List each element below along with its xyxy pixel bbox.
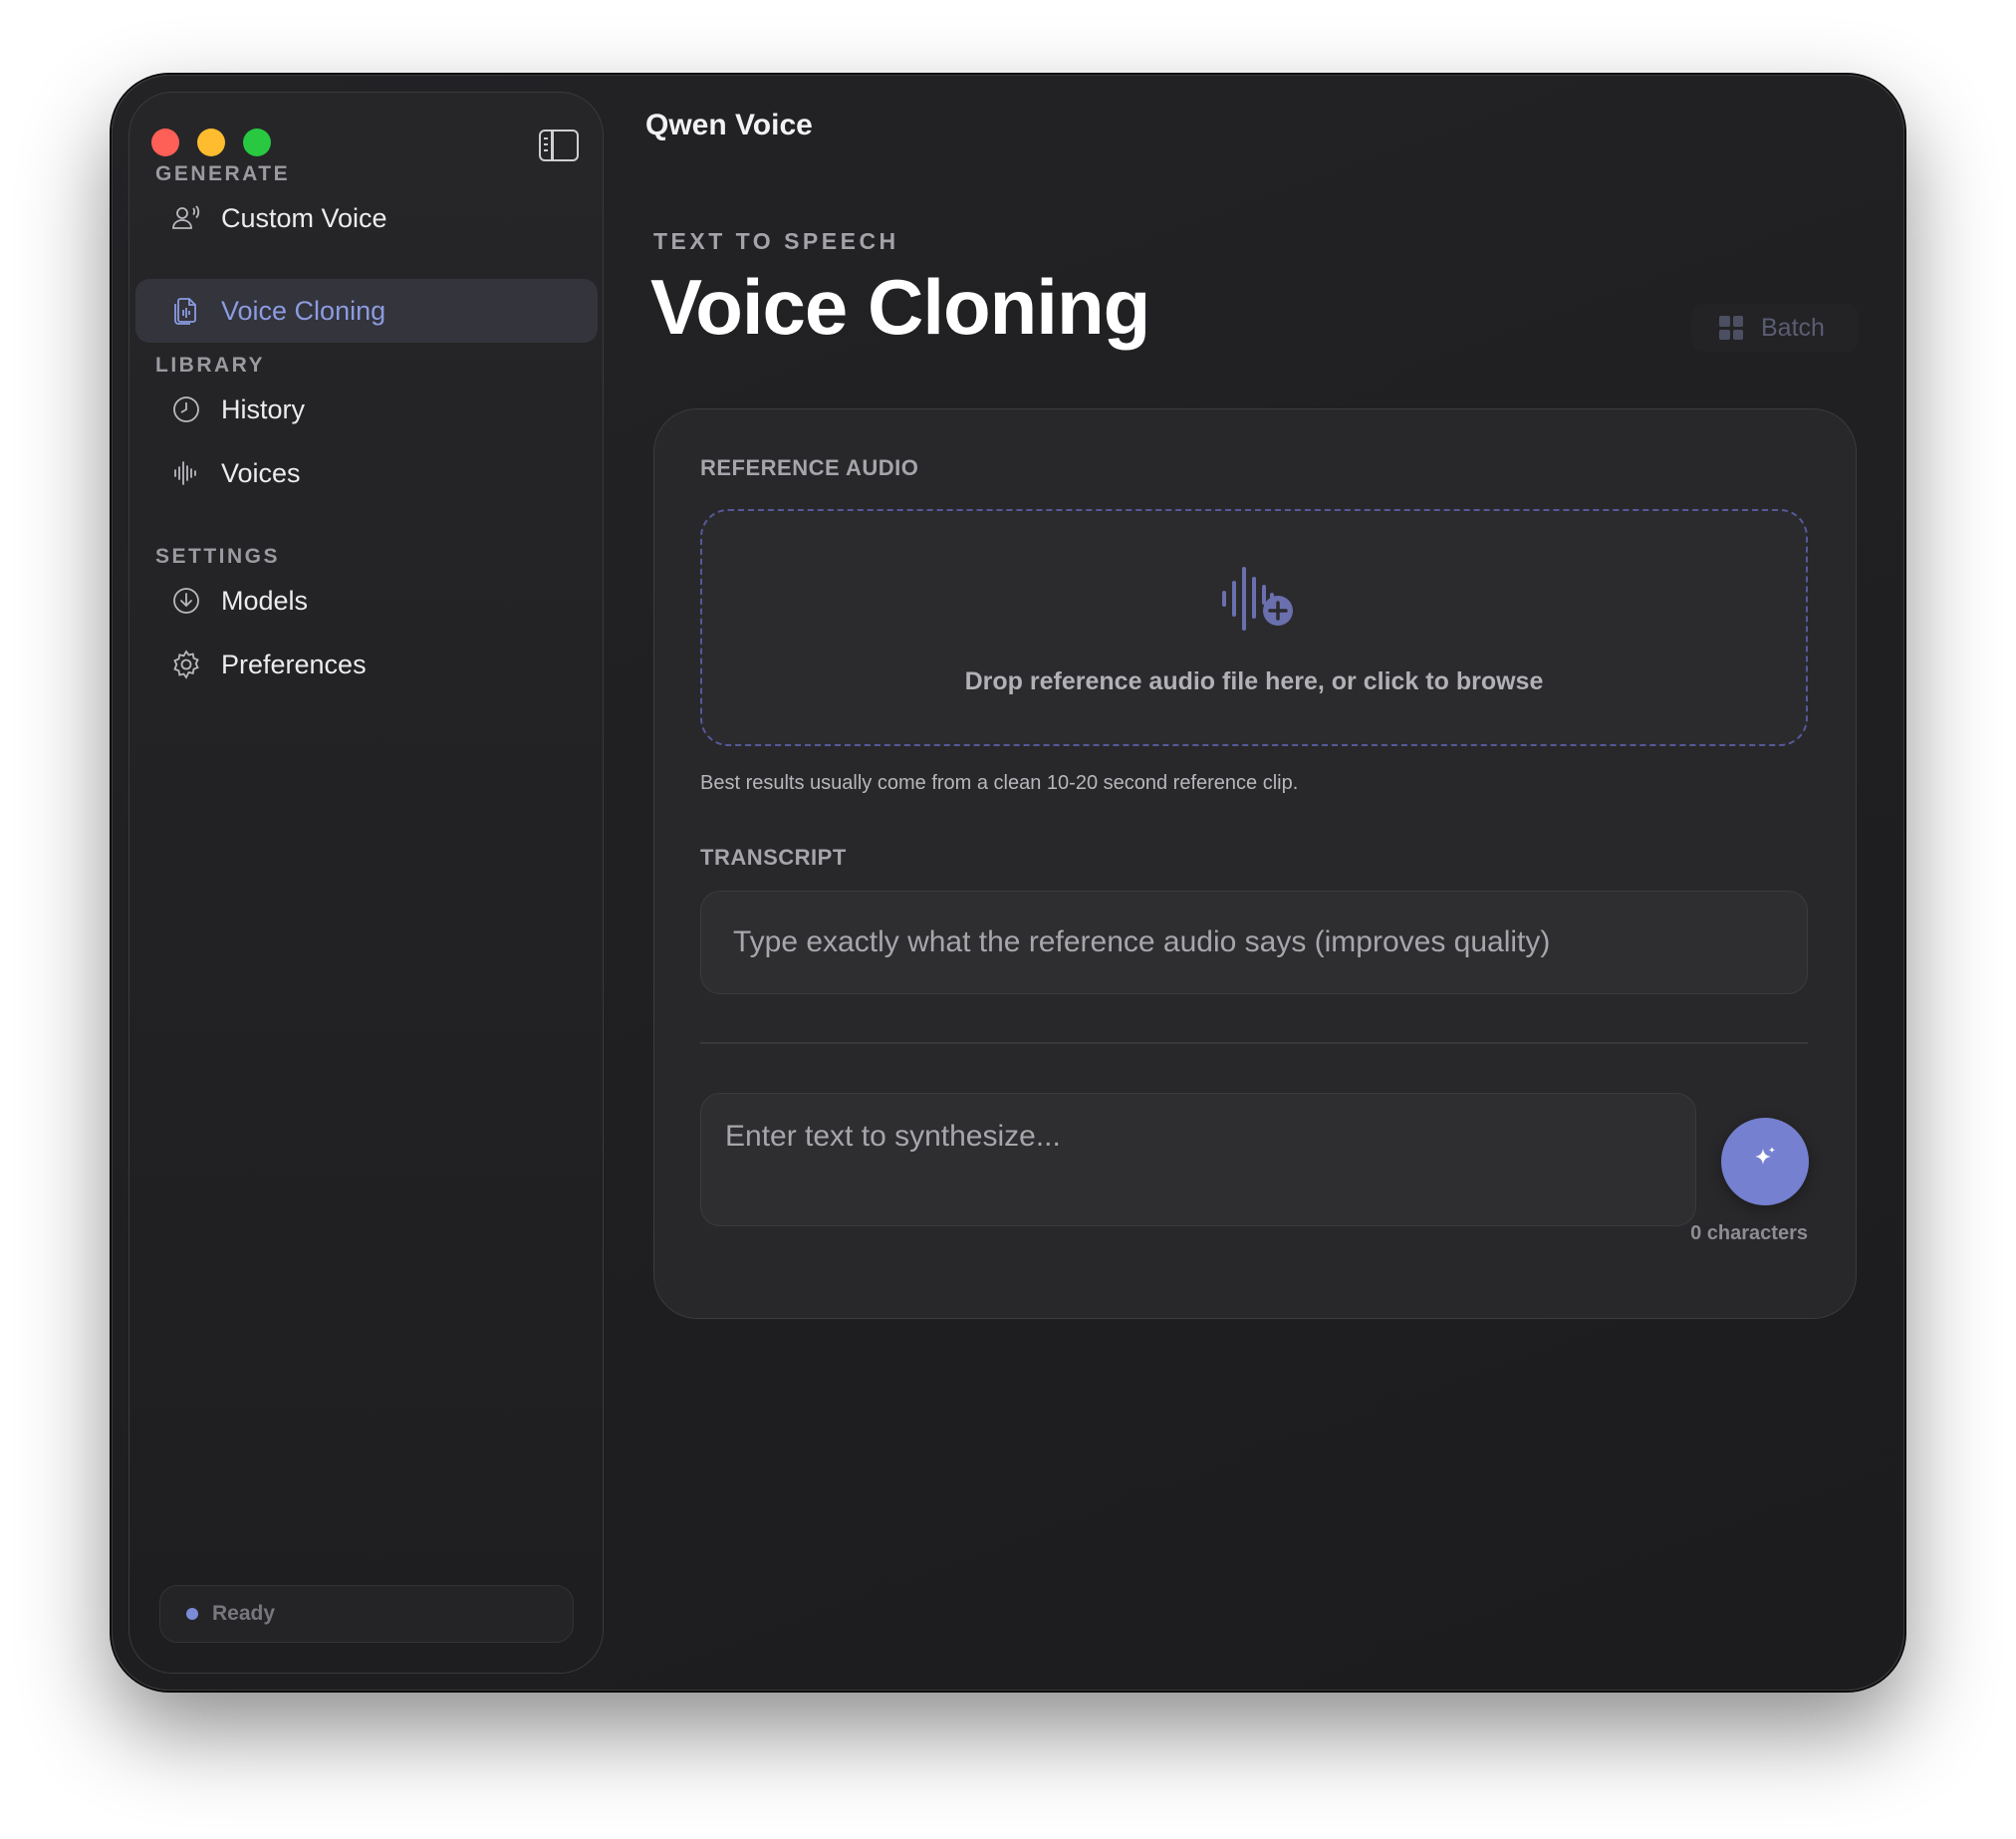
minimize-window-button[interactable] [197,129,225,156]
clock-icon [171,394,201,424]
voice-cloning-card: REFERENCE AUDIO Drop reference audio fil… [653,408,1857,1319]
reference-audio-dropzone[interactable]: Drop reference audio file here, or click… [700,509,1808,746]
zoom-window-button[interactable] [243,129,271,156]
gear-icon [171,650,201,679]
generate-button[interactable] [1721,1118,1809,1205]
character-count: 0 characters [1690,1222,1808,1244]
dropzone-text: Drop reference audio file here, or click… [964,667,1544,695]
sidebar-item-label: Preferences [221,649,367,679]
sidebar-item-label: Voice Cloning [221,295,386,326]
document-copy-icon [171,296,201,326]
section-label-library: LIBRARY [155,354,266,377]
sidebar-item-label: Models [221,585,309,616]
batch-button[interactable]: Batch [1691,304,1859,352]
page-eyebrow: TEXT TO SPEECH [653,228,899,254]
transcript-label: TRANSCRIPT [700,845,847,870]
status-dot [186,1608,198,1620]
sidebar: GENERATE Custom Voice Voice Cloning LIBR… [128,92,604,1674]
app-title: Qwen Voice [645,109,813,141]
sidebar-item-label: History [221,394,306,424]
download-circle-icon [171,586,201,616]
close-window-button[interactable] [151,129,179,156]
section-label-settings: SETTINGS [155,545,281,568]
sidebar-item-history[interactable]: History [135,378,598,441]
sidebar-item-voices[interactable]: Voices [135,441,598,505]
sidebar-item-voice-cloning[interactable]: Voice Cloning [135,279,598,343]
waveform-icon [171,458,201,488]
person-voice-icon [171,203,201,233]
sparkle-icon [1750,1145,1780,1180]
sidebar-item-custom-voice[interactable]: Custom Voice [135,186,598,250]
synthesize-text-input[interactable]: Enter text to synthesize... [700,1093,1696,1226]
section-label-generate: GENERATE [155,162,291,185]
window-controls [151,129,271,156]
grid-icon [1719,316,1743,340]
app-window: GENERATE Custom Voice Voice Cloning LIBR… [112,75,1904,1691]
reference-audio-label: REFERENCE AUDIO [700,455,919,480]
batch-button-label: Batch [1761,313,1825,342]
sidebar-toggle-icon[interactable] [539,130,579,161]
waveform-add-icon [1220,565,1300,640]
sidebar-item-models[interactable]: Models [135,569,598,633]
page-title: Voice Cloning [650,263,1150,351]
reference-audio-hint: Best results usually come from a clean 1… [700,772,1299,794]
sidebar-item-label: Voices [221,457,301,488]
divider [700,1042,1808,1044]
sidebar-item-preferences[interactable]: Preferences [135,633,598,696]
sidebar-item-label: Custom Voice [221,202,387,233]
status-text: Ready [212,1602,276,1625]
transcript-input[interactable]: Type exactly what the reference audio sa… [700,891,1808,994]
status-indicator: Ready [159,1585,574,1643]
